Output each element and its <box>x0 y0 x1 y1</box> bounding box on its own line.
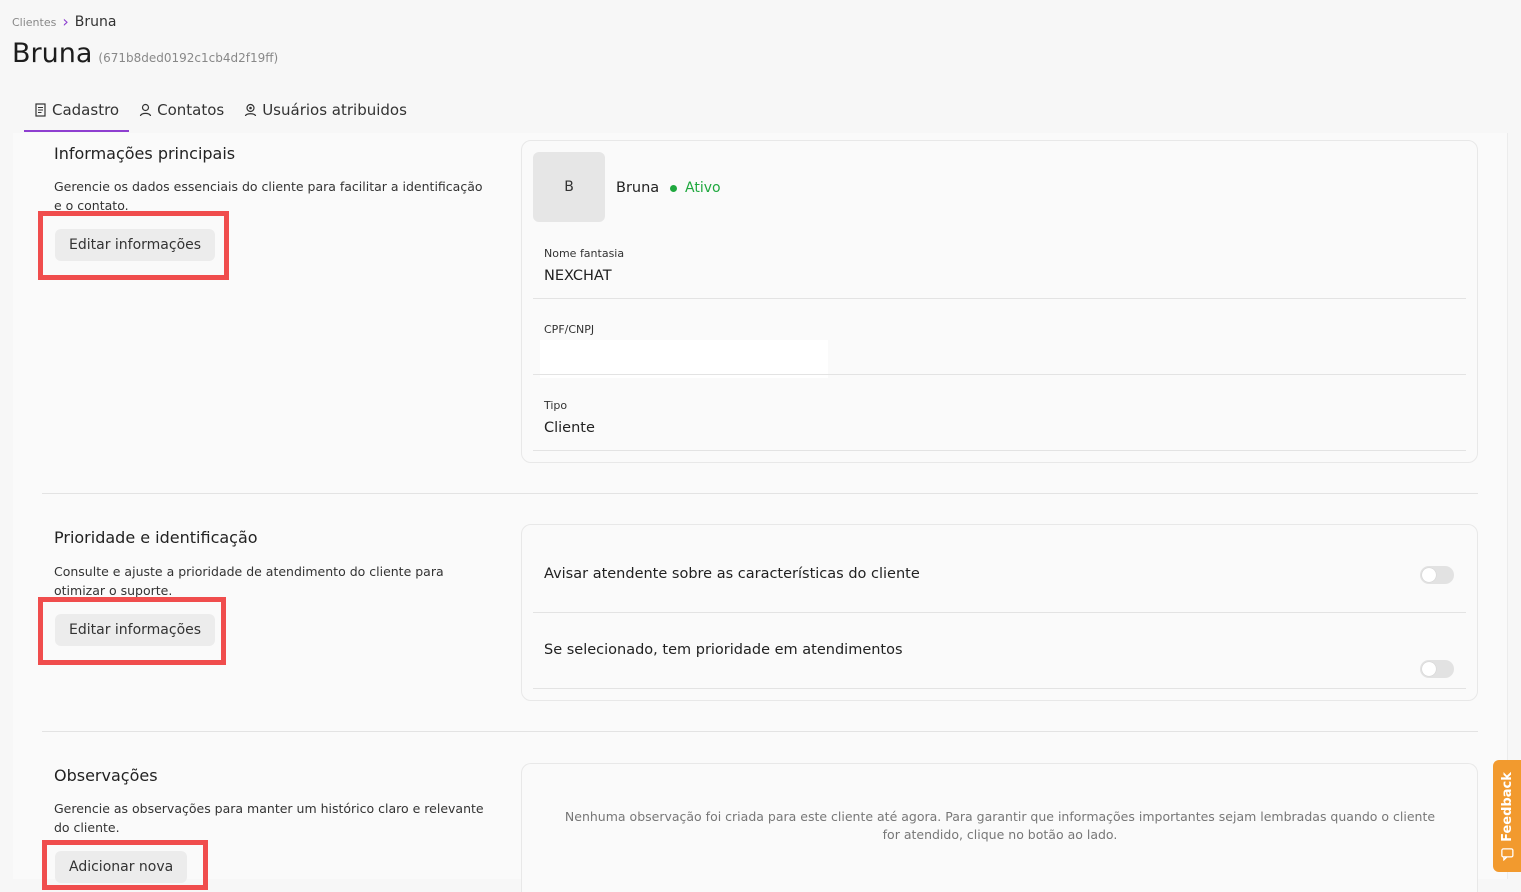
add-note-button[interactable]: Adicionar nova <box>55 851 188 883</box>
field-divider <box>533 374 1466 375</box>
toggle-knob <box>1422 568 1436 582</box>
tab-usuarios-atribuidos[interactable]: Usuários atribuidos <box>234 96 417 132</box>
edit-main-info-button[interactable]: Editar informações <box>55 229 216 261</box>
priority-description: Consulte e ajuste a prioridade de atendi… <box>54 564 444 598</box>
field-value-tipo: Cliente <box>544 420 595 436</box>
tab-contatos[interactable]: Contatos <box>129 96 234 132</box>
feedback-label: Feedback <box>1499 771 1515 842</box>
field-value-cpf-cnpj <box>540 340 828 378</box>
feedback-button[interactable]: Feedback <box>1493 760 1521 872</box>
field-label-nome-fantasia: Nome fantasia <box>544 247 625 260</box>
edit-priority-button[interactable]: Editar informações <box>55 614 216 646</box>
user-badge-icon <box>245 103 257 117</box>
client-name: Bruna <box>616 180 660 196</box>
chevron-right-icon: › <box>62 12 69 31</box>
section-divider <box>42 493 1478 494</box>
main-info-title: Informações principais <box>54 144 236 163</box>
client-id: (671b8ded0192c1cb4d2f19ff) <box>98 51 279 65</box>
breadcrumb-clientes-link[interactable]: Clientes <box>12 16 56 29</box>
notes-title: Observações <box>54 766 158 785</box>
option-label-avisar: Avisar atendente sobre as característica… <box>544 566 920 582</box>
tab-cadastro-label: Cadastro <box>52 101 120 119</box>
status-dot-icon <box>670 184 677 192</box>
status-badge: Ativo <box>670 180 721 196</box>
document-icon <box>35 103 46 117</box>
field-divider <box>533 298 1466 299</box>
breadcrumb-current: Bruna <box>74 14 117 30</box>
tab-cadastro[interactable]: Cadastro <box>24 96 130 132</box>
option-label-prioridade: Se selecionado, tem prioridade em atendi… <box>544 642 903 658</box>
breadcrumb: Clientes › Bruna <box>12 12 117 31</box>
field-label-cpf-cnpj: CPF/CNPJ <box>544 323 595 336</box>
user-icon <box>139 103 152 117</box>
toggle-knob <box>1422 662 1436 676</box>
toggle-avisar-atendente[interactable] <box>1420 566 1454 584</box>
avatar: B <box>533 152 605 222</box>
toggle-prioridade[interactable] <box>1420 660 1454 678</box>
option-divider <box>533 688 1466 689</box>
section-divider <box>42 731 1478 732</box>
main-info-description: Gerencie os dados essenciais do cliente … <box>54 179 483 213</box>
field-label-tipo: Tipo <box>544 399 568 412</box>
field-divider <box>533 450 1466 451</box>
option-divider <box>533 612 1466 613</box>
tab-bar: Cadastro Contatos Usuários atribuidos <box>24 96 417 132</box>
main-info-card <box>521 140 1478 463</box>
chat-icon <box>1500 847 1514 861</box>
field-value-nome-fantasia: NEXCHAT <box>544 268 612 284</box>
priority-title: Prioridade e identificação <box>54 528 258 547</box>
tab-usuarios-label: Usuários atribuidos <box>262 101 407 119</box>
notes-description: Gerencie as observações para manter um h… <box>54 801 484 835</box>
page-title: Bruna (671b8ded0192c1cb4d2f19ff) <box>12 38 278 69</box>
status-text: Ativo <box>685 180 721 196</box>
notes-empty-message: Nenhuma observação foi criada para este … <box>564 809 1436 842</box>
tab-contatos-label: Contatos <box>157 101 225 119</box>
page-title-text: Bruna <box>12 38 93 69</box>
